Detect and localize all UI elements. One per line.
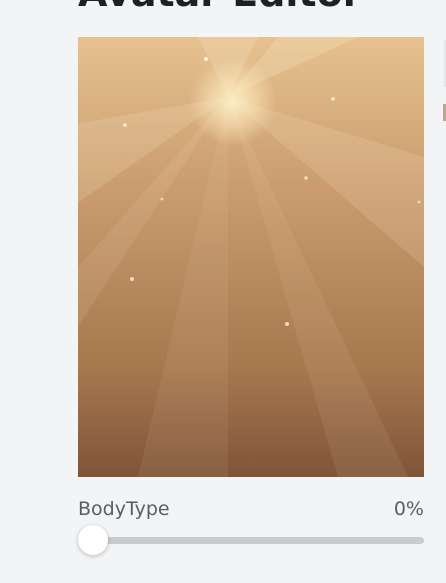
slider-value: 0% bbox=[393, 498, 424, 520]
bodytype-slider-track[interactable] bbox=[78, 525, 424, 555]
bodytype-slider-thumb[interactable] bbox=[78, 525, 108, 555]
avatar-preview-viewport[interactable]: 3D bbox=[78, 37, 424, 477]
page-title: Avatar Editor bbox=[78, 0, 361, 12]
slider-label: BodyType bbox=[78, 498, 170, 520]
sun-glow bbox=[188, 57, 278, 147]
